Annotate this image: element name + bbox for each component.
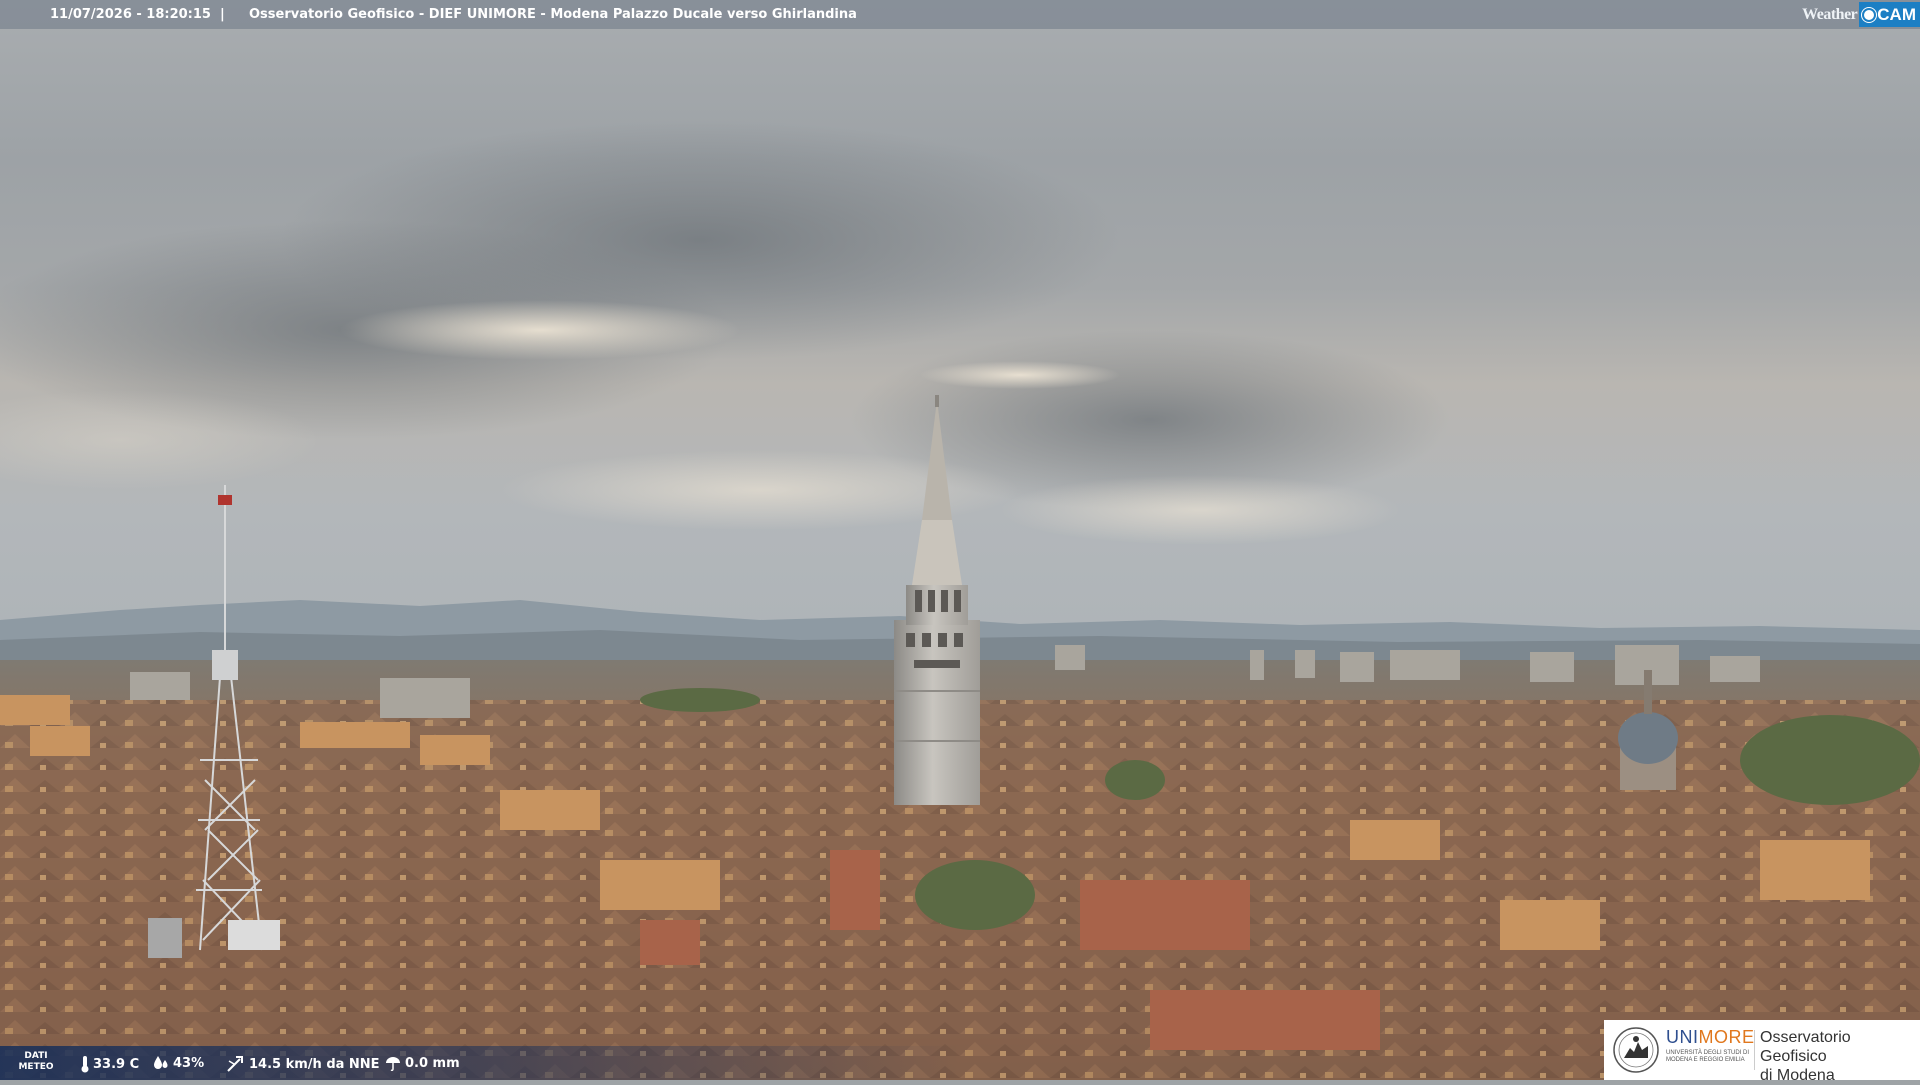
rain-gauge-icon xyxy=(386,1057,400,1071)
meteo-label-line2: METEO xyxy=(18,1062,54,1072)
meteo-label: DATI METEO xyxy=(14,1051,58,1073)
rain-reading: 0.0 mm xyxy=(384,1055,460,1071)
observatory-name-line1: Osservatorio Geofisico xyxy=(1760,1029,1851,1065)
humidity-value: 43% xyxy=(173,1055,205,1071)
thermometer-icon xyxy=(81,1056,89,1073)
unimore-subtitle: UNIVERSITÀ DEGLI STUDI DI MODENA E REGGI… xyxy=(1666,1050,1750,1063)
unimore-logo: UNIMORE UNIVERSITÀ DEGLI STUDI DI MODENA… xyxy=(1604,1020,1920,1084)
humidity-icon xyxy=(154,1056,168,1069)
unimore-brand-uni: UNI xyxy=(1666,1027,1699,1047)
humidity-reading: 43% xyxy=(152,1055,204,1071)
timestamp: 11/07/2026 - 18:20:15 xyxy=(50,7,211,22)
university-seal-icon xyxy=(1613,1027,1659,1073)
weathercam-logo-cam: CAM xyxy=(1859,2,1920,27)
weathercam-logo-weather: Weather xyxy=(1802,6,1858,23)
caption-bar: 11/07/2026 - 18:20:15 | Osservatorio Geo… xyxy=(0,0,1920,29)
wind-value: 14.5 km/h da NNE xyxy=(249,1056,380,1072)
webcam-photo xyxy=(0,0,1920,1080)
rain-value: 0.0 mm xyxy=(405,1055,460,1071)
weathercam-logo-cam-text: CAM xyxy=(1877,5,1916,24)
wind-icon xyxy=(227,1056,243,1072)
weathercam-logo: Weather CAM xyxy=(1802,0,1920,29)
temperature-reading: 33.9 C xyxy=(80,1055,139,1073)
observatory-name: Osservatorio Geofisico di Modena xyxy=(1760,1028,1920,1085)
meteo-bar: DATI METEO 33.9 C 43% 14.5 km/h da NNE 0… xyxy=(0,1046,1600,1080)
unimore-brand: UNIMORE xyxy=(1666,1027,1755,1048)
webcam-dot-icon xyxy=(1862,8,1877,22)
temperature-value: 33.9 C xyxy=(93,1056,140,1072)
camera-title: Osservatorio Geofisico - DIEF UNIMORE - … xyxy=(249,7,857,22)
meteo-label-line1: DATI xyxy=(24,1051,48,1061)
unimore-brand-more: MORE xyxy=(1698,1027,1755,1047)
wind-reading: 14.5 km/h da NNE xyxy=(226,1055,380,1073)
caption-separator: | xyxy=(220,7,225,22)
observatory-name-line2: di Modena xyxy=(1760,1067,1835,1084)
logo-divider xyxy=(1754,1030,1755,1070)
